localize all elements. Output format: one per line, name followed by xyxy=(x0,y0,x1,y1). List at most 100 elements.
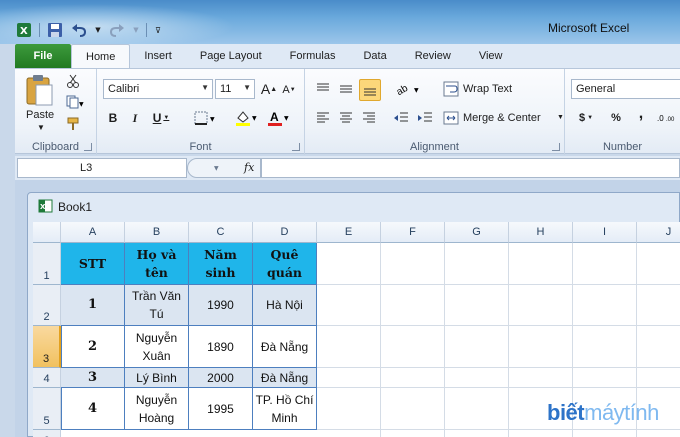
increase-indent-icon[interactable] xyxy=(415,109,435,127)
column-header[interactable]: E xyxy=(317,222,381,243)
column-header[interactable]: D xyxy=(253,222,317,243)
bottom-align-icon[interactable] xyxy=(359,79,381,101)
chevron-down-icon[interactable]: ▼ xyxy=(201,83,209,92)
middle-align-icon[interactable] xyxy=(336,79,356,99)
name-box-dropdown-icon[interactable]: ▼ xyxy=(214,165,219,172)
row-header[interactable]: 6 xyxy=(33,430,61,437)
undo-dropdown-icon[interactable]: ▼ xyxy=(94,21,102,39)
wrap-text-icon[interactable] xyxy=(441,79,461,99)
shrink-font-icon[interactable]: A ▼ xyxy=(281,81,297,99)
currency-icon[interactable]: $ ▼ xyxy=(575,109,597,127)
font-name-combo[interactable]: Calibri ▼ xyxy=(103,79,213,99)
workbook-titlebar: X Book1 xyxy=(28,193,679,221)
formula-input[interactable] xyxy=(261,158,680,178)
copy-icon[interactable]: ▼ xyxy=(65,94,85,110)
comma-icon[interactable]: , xyxy=(633,105,649,123)
column-header[interactable]: G xyxy=(445,222,509,243)
name-box[interactable]: L3 xyxy=(17,158,187,178)
table-header-cell[interactable]: Quê quán xyxy=(253,243,317,285)
column-header[interactable]: I xyxy=(573,222,637,243)
borders-icon[interactable]: ▼ xyxy=(192,109,220,127)
clipboard-launcher-icon[interactable] xyxy=(84,143,92,151)
table-cell[interactable]: TP. Hồ Chí Minh xyxy=(253,388,317,430)
row-header[interactable]: 4 xyxy=(33,368,61,388)
undo-icon[interactable] xyxy=(70,21,88,39)
top-align-icon[interactable] xyxy=(313,79,333,99)
column-header[interactable]: B xyxy=(125,222,189,243)
merge-center-button[interactable]: Merge & Center xyxy=(463,112,541,124)
font-launcher-icon[interactable] xyxy=(292,143,300,151)
redo-icon[interactable] xyxy=(108,21,126,39)
table-cell[interactable]: 3 xyxy=(61,368,125,388)
percent-icon[interactable]: % xyxy=(607,109,625,127)
insert-function-icon[interactable]: fx xyxy=(244,161,254,174)
tab-review[interactable]: Review xyxy=(401,44,465,68)
increase-decimal-icon[interactable]: .0.00 xyxy=(657,109,677,127)
paste-button[interactable]: Paste xyxy=(26,109,54,121)
grow-font-icon[interactable]: A ▲ xyxy=(260,79,278,99)
row-header[interactable]: 1 xyxy=(33,243,61,285)
table-cell[interactable]: Hà Nội xyxy=(253,285,317,326)
customize-qat-icon[interactable]: ⊽ xyxy=(153,21,163,39)
table-cell[interactable]: Nguyễn Hoàng xyxy=(125,388,189,430)
table-cell[interactable]: 4 xyxy=(61,388,125,430)
svg-text:X: X xyxy=(40,203,46,211)
paste-dropdown-icon[interactable]: ▼ xyxy=(37,123,45,132)
table-cell[interactable]: 1 xyxy=(61,285,125,326)
align-left-icon[interactable] xyxy=(313,109,333,127)
select-all-corner[interactable] xyxy=(33,222,61,243)
window-title: Microsoft Excel xyxy=(548,21,630,35)
merge-center-icon[interactable] xyxy=(441,109,461,127)
fill-color-icon[interactable]: ▼ xyxy=(233,109,261,127)
row-header[interactable]: 2 xyxy=(33,285,61,326)
tab-view[interactable]: View xyxy=(465,44,517,68)
table-cell[interactable]: 1995 xyxy=(189,388,253,430)
align-center-icon[interactable] xyxy=(336,109,356,127)
merge-dropdown-icon[interactable]: ▼ xyxy=(557,114,564,121)
table-header-cell[interactable]: Năm sinh xyxy=(189,243,253,285)
tab-formulas[interactable]: Formulas xyxy=(276,44,350,68)
column-header[interactable]: J xyxy=(637,222,680,243)
table-cell[interactable]: 1990 xyxy=(189,285,253,326)
redo-dropdown-icon[interactable]: ▼ xyxy=(132,21,140,39)
alignment-launcher-icon[interactable] xyxy=(552,143,560,151)
format-painter-icon[interactable] xyxy=(65,116,81,132)
cut-icon[interactable] xyxy=(65,73,81,89)
tab-page-layout[interactable]: Page Layout xyxy=(186,44,276,68)
row-header[interactable]: 5 xyxy=(33,388,61,430)
underline-icon[interactable]: U ▼ xyxy=(149,109,173,127)
italic-icon[interactable]: I xyxy=(127,109,143,127)
number-format-combo[interactable]: General xyxy=(571,79,680,99)
table-cell[interactable]: 2 xyxy=(61,326,125,368)
font-size-combo[interactable]: 11 ▼ xyxy=(215,79,255,99)
row-header-selected[interactable]: 3 xyxy=(33,326,61,368)
column-header[interactable]: A xyxy=(61,222,125,243)
table-cell[interactable]: Trần Văn Tú xyxy=(125,285,189,326)
paste-icon[interactable] xyxy=(21,73,57,107)
wrap-text-button[interactable]: Wrap Text xyxy=(463,83,512,95)
table-cell[interactable]: Đà Nẵng xyxy=(253,368,317,388)
column-header[interactable]: H xyxy=(509,222,573,243)
bold-icon[interactable]: B xyxy=(105,109,121,127)
table-cell[interactable]: Lý Bình xyxy=(125,368,189,388)
tab-data[interactable]: Data xyxy=(349,44,400,68)
save-icon[interactable] xyxy=(46,21,64,39)
table-cell[interactable]: Nguyễn Xuân xyxy=(125,326,189,368)
gridline xyxy=(508,243,509,437)
table-cell[interactable]: 2000 xyxy=(189,368,253,388)
column-header[interactable]: C xyxy=(189,222,253,243)
column-header[interactable]: F xyxy=(381,222,445,243)
chevron-down-icon[interactable]: ▼ xyxy=(243,83,251,92)
tab-insert[interactable]: Insert xyxy=(130,44,186,68)
excel-app-icon[interactable]: X xyxy=(15,21,33,39)
align-right-icon[interactable] xyxy=(359,109,379,127)
font-color-icon[interactable]: A ▼ xyxy=(265,109,293,127)
table-header-cell[interactable]: Họ và tên xyxy=(125,243,189,285)
tab-home[interactable]: Home xyxy=(71,44,131,68)
table-header-cell[interactable]: STT xyxy=(61,243,125,285)
tab-file[interactable]: File xyxy=(15,44,71,68)
decrease-indent-icon[interactable] xyxy=(391,109,411,127)
table-cell[interactable]: 1890 xyxy=(189,326,253,368)
table-cell[interactable]: Đà Nẵng xyxy=(253,326,317,368)
orientation-icon[interactable]: ab ▼ xyxy=(393,79,423,99)
